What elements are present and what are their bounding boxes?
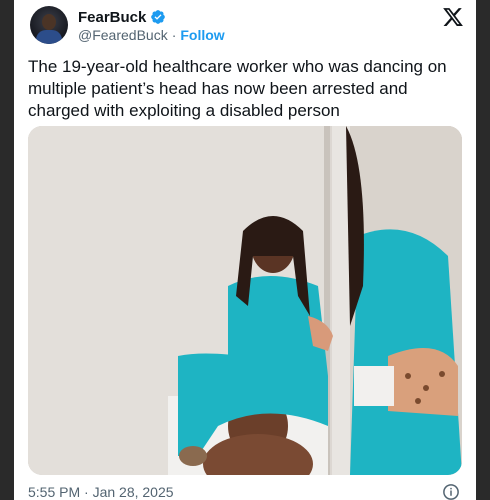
info-icon[interactable] <box>442 483 460 500</box>
author-avatar[interactable] <box>30 6 68 44</box>
tweet-card: FearBuck @FearedBuck · Follow The 19-yea… <box>14 0 476 500</box>
x-logo-icon[interactable] <box>442 6 464 28</box>
author-name-row: FearBuck <box>78 7 166 27</box>
tweet-timestamp[interactable]: 5:55 PM · Jan 28, 2025 <box>28 484 174 500</box>
tweet-text: The 19-year-old healthcare worker who wa… <box>28 57 447 120</box>
author-handle[interactable]: @FearedBuck <box>78 27 168 43</box>
tweet-media[interactable] <box>28 126 462 475</box>
author-display-name[interactable]: FearBuck <box>78 9 146 26</box>
handle-separator: · <box>171 27 177 43</box>
media-video-frame <box>28 126 462 475</box>
follow-button[interactable]: Follow <box>180 27 224 43</box>
verified-badge-icon <box>151 10 166 24</box>
author-handle-row: @FearedBuck · Follow <box>78 27 225 43</box>
tweet-header: FearBuck @FearedBuck · Follow <box>28 4 468 48</box>
